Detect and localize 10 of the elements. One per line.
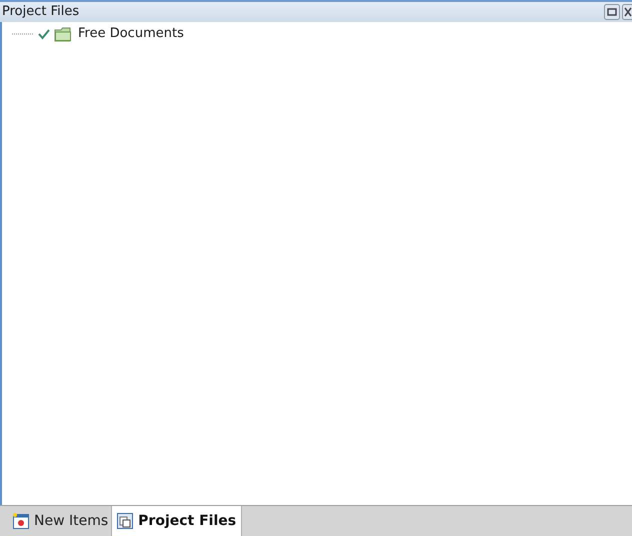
documents-icon: [117, 513, 134, 529]
tree-item[interactable]: Free Documents: [78, 24, 184, 44]
panel-title: Project Files: [2, 3, 80, 22]
tab[interactable]: Project Files: [111, 506, 242, 536]
restore-icon[interactable]: [604, 4, 620, 20]
close-icon[interactable]: [622, 4, 632, 20]
tab[interactable]: New Items: [10, 506, 112, 536]
folder-icon: [54, 26, 72, 42]
picture-icon: [13, 513, 29, 529]
tree-connector: [12, 32, 34, 36]
